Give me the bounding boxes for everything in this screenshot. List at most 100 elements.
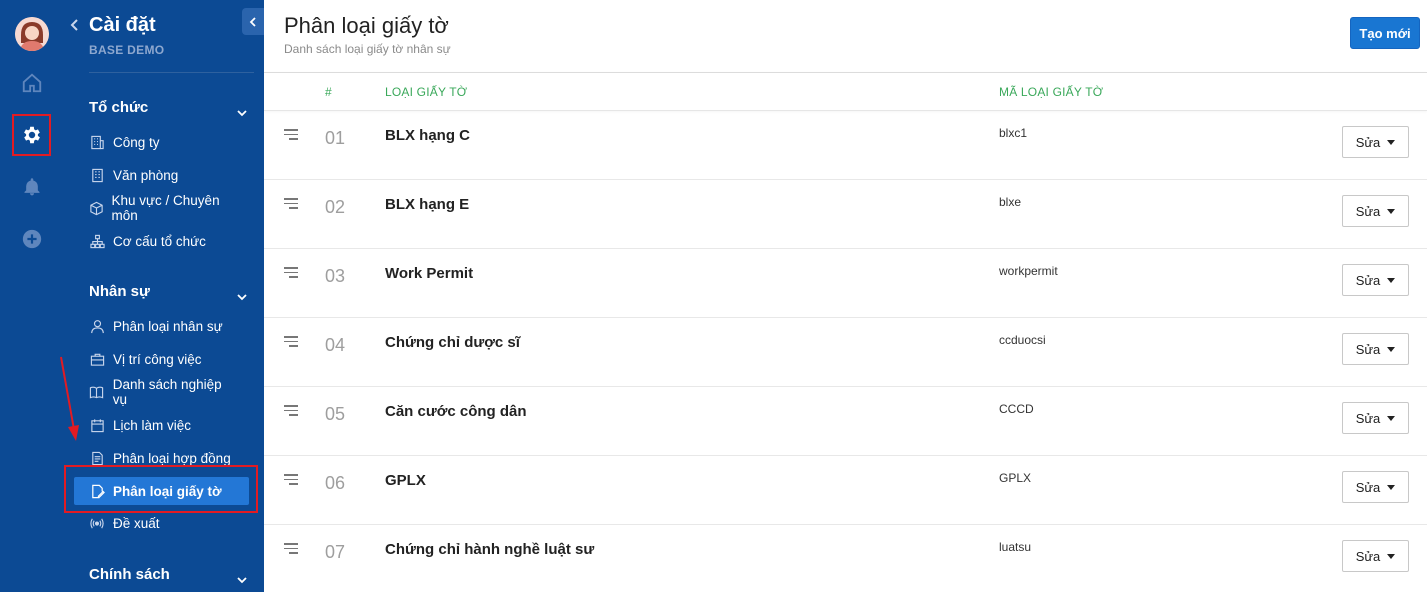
row-code: luatsu: [999, 540, 1032, 554]
row-name: Căn cước công dân: [385, 403, 527, 420]
office-icon: [88, 166, 106, 184]
drag-handle-icon[interactable]: [284, 198, 298, 212]
row-code: blxe: [999, 195, 1022, 209]
table-row: 01 BLX hạng C blxc1 Sửa: [264, 111, 1427, 180]
caret-down-icon: [1387, 208, 1396, 214]
row-code: CCCD: [999, 402, 1034, 416]
sidebar-title: Cài đặt: [89, 14, 156, 36]
edit-dropdown-button[interactable]: Sửa: [1342, 126, 1409, 158]
column-index: #: [325, 85, 332, 99]
row-code: GPLX: [999, 471, 1032, 485]
edit-dropdown-button[interactable]: Sửa: [1342, 471, 1409, 503]
sidebar-item-label: Khu vực / Chuyên môn: [111, 193, 220, 223]
bell-icon[interactable]: [17, 172, 47, 202]
broadcast-icon: [88, 514, 106, 532]
edit-label: Sửa: [1355, 410, 1381, 426]
sidebar-item-co-cau[interactable]: Cơ cấu tổ chức: [88, 228, 238, 254]
caret-down-icon: [1387, 415, 1396, 421]
annotation-arrow-icon: [60, 356, 79, 441]
plus-circle-icon[interactable]: [17, 224, 47, 254]
drag-handle-icon[interactable]: [284, 129, 298, 143]
row-code: blxc1: [999, 126, 1028, 140]
sidebar-item-label: Phân loại hợp đồng: [113, 450, 231, 466]
drag-handle-icon[interactable]: [284, 543, 298, 557]
building-icon: [88, 133, 106, 151]
caret-down-icon: [1387, 277, 1396, 283]
edit-label: Sửa: [1355, 548, 1381, 564]
chevron-down-icon: [237, 104, 247, 121]
column-name: LOẠI GIẤY TỜ: [385, 85, 468, 99]
drag-handle-icon[interactable]: [284, 474, 298, 488]
collapse-sidebar-button[interactable]: [242, 8, 264, 35]
group-label: Tổ chức: [89, 99, 149, 116]
row-code: workpermit: [999, 264, 1058, 278]
active-item-highlight-box: [64, 465, 258, 513]
row-name: Work Permit: [385, 265, 474, 282]
caret-down-icon: [1387, 553, 1396, 559]
create-button[interactable]: Tạo mới: [1350, 17, 1420, 49]
edit-dropdown-button[interactable]: Sửa: [1342, 540, 1409, 572]
sidebar-divider: [89, 72, 254, 73]
home-icon[interactable]: [17, 68, 47, 98]
group-to-chuc[interactable]: Tổ chức: [89, 99, 249, 117]
cube-icon: [88, 199, 104, 217]
sidebar-item-phan-loai-nhan-su[interactable]: Phân loại nhân sự: [88, 313, 238, 339]
caret-down-icon: [1387, 139, 1396, 145]
row-number: 06: [325, 473, 346, 493]
table-row: 02 BLX hạng E blxe Sửa: [264, 180, 1427, 249]
edit-label: Sửa: [1355, 341, 1381, 357]
sidebar-item-de-xuat[interactable]: Đề xuất: [88, 510, 238, 536]
caret-down-icon: [1387, 484, 1396, 490]
sidebar-item-label: Phân loại nhân sự: [113, 318, 223, 334]
edit-dropdown-button[interactable]: Sửa: [1342, 195, 1409, 227]
row-number: 07: [325, 542, 346, 562]
row-name: Chứng chỉ hành nghề luật sư: [385, 541, 595, 558]
drag-handle-icon[interactable]: [284, 405, 298, 419]
chevron-down-icon: [237, 288, 247, 305]
book-icon: [88, 383, 106, 401]
sidebar-item-label: Cơ cấu tổ chức: [113, 233, 206, 249]
back-chevron-icon[interactable]: [70, 18, 80, 34]
sidebar-item-label: Lịch làm việc: [113, 417, 192, 433]
sidebar-item-khu-vuc[interactable]: Khu vực / Chuyên môn: [88, 193, 238, 223]
table-row: 03 Work Permit workpermit Sửa: [264, 249, 1427, 318]
edit-dropdown-button[interactable]: Sửa: [1342, 333, 1409, 365]
sidebar-item-cong-ty[interactable]: Công ty: [88, 129, 238, 155]
drag-handle-icon[interactable]: [284, 267, 298, 281]
edit-label: Sửa: [1355, 479, 1381, 495]
edit-label: Sửa: [1355, 272, 1381, 288]
avatar[interactable]: [15, 17, 49, 51]
row-name: BLX hạng E: [385, 196, 470, 213]
row-name: GPLX: [385, 472, 426, 489]
row-name: Chứng chỉ dược sĩ: [385, 334, 520, 351]
main-content: Phân loại giấy tờ Danh sách loại giấy tờ…: [264, 0, 1427, 592]
caret-down-icon: [1387, 346, 1396, 352]
group-nhan-su[interactable]: Nhân sự: [89, 283, 249, 301]
page-subtitle: Danh sách loại giấy tờ nhân sự: [284, 42, 451, 56]
page-title: Phân loại giấy tờ: [284, 13, 449, 38]
sidebar-item-van-phong[interactable]: Văn phòng: [88, 162, 238, 188]
chevron-down-icon: [237, 571, 247, 588]
user-icon: [88, 317, 106, 335]
group-label: Nhân sự: [89, 283, 150, 300]
calendar-icon: [88, 416, 106, 434]
sidebar-item-vi-tri-cong-viec[interactable]: Vị trí công việc: [88, 346, 238, 372]
drag-handle-icon[interactable]: [284, 336, 298, 350]
row-number: 01: [325, 128, 346, 148]
row-number: 05: [325, 404, 346, 424]
sidebar-item-lich-lam-viec[interactable]: Lịch làm việc: [88, 412, 238, 438]
gear-highlight-box: [12, 114, 51, 156]
table-row: 05 Căn cước công dân CCCD Sửa: [264, 387, 1427, 456]
edit-label: Sửa: [1355, 134, 1381, 150]
edit-dropdown-button[interactable]: Sửa: [1342, 264, 1409, 296]
edit-label: Sửa: [1355, 203, 1381, 219]
group-chinh-sach[interactable]: Chính sách: [89, 566, 249, 584]
row-number: 03: [325, 266, 346, 286]
table-row: 04 Chứng chỉ dược sĩ ccduocsi Sửa: [264, 318, 1427, 387]
group-label: Chính sách: [89, 566, 170, 583]
settings-sidebar: Cài đặt BASE DEMO Tổ chức Công ty Văn ph…: [64, 0, 264, 592]
sidebar-item-danh-sach-nghiep-vu[interactable]: Danh sách nghiệp vụ: [88, 377, 238, 407]
row-number: 02: [325, 197, 346, 217]
sidebar-item-label: Đề xuất: [113, 515, 160, 531]
edit-dropdown-button[interactable]: Sửa: [1342, 402, 1409, 434]
